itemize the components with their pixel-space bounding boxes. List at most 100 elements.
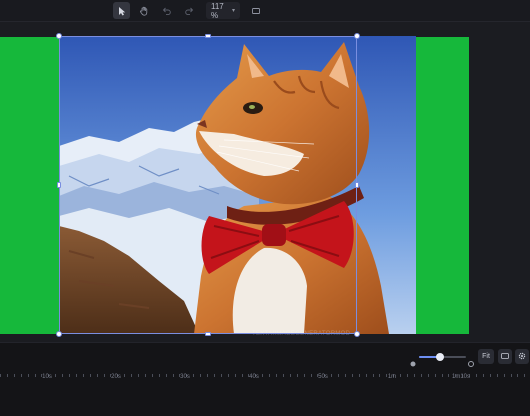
timeline-tick (228, 374, 229, 377)
redo-icon (184, 6, 194, 16)
editor-canvas[interactable]: TEXTAIIMAGEGENERATORMOD (0, 22, 530, 342)
timeline-tick (421, 374, 422, 377)
timeline-tick-label: 50s (318, 374, 328, 380)
resize-handle-top[interactable] (205, 34, 211, 38)
resize-handle-left[interactable] (57, 182, 61, 188)
timeline-tick (373, 374, 374, 377)
timeline-tick (511, 374, 512, 377)
gear-icon (518, 352, 526, 362)
timeline-tick-label: 1m10s (451, 374, 471, 380)
timeline-tick (428, 374, 429, 377)
timeline-tick (359, 374, 360, 377)
timeline-tick (97, 374, 98, 377)
timeline-tick (290, 374, 291, 377)
timeline-tick (200, 374, 201, 377)
timeline-tick (352, 374, 353, 377)
timeline-tick (138, 374, 139, 377)
timeline-tick (173, 374, 174, 377)
timeline-tick (400, 374, 401, 377)
timeline-tick (104, 374, 105, 377)
timeline-tick-label: 1m (387, 374, 397, 380)
timeline-tick (159, 374, 160, 377)
timeline-ruler[interactable]: 10s 20s 30s 40s 50s 1m 1m10s (0, 370, 530, 416)
timeline-tick (311, 374, 312, 377)
chevron-down-icon: ▾ (231, 8, 235, 14)
resize-handle-right[interactable] (355, 182, 359, 188)
captions-icon (501, 352, 509, 361)
timeline-tick-label: 20s (111, 374, 121, 380)
timeline-tick (83, 374, 84, 377)
timeline-tick (193, 374, 194, 377)
image-watermark: TEXTAIIMAGEGENERATORMOD (252, 331, 351, 337)
playback-controls-bar: Fit (0, 342, 530, 370)
captions-button[interactable] (498, 349, 512, 364)
timeline-tick (207, 374, 208, 377)
redo-button[interactable] (180, 2, 197, 19)
timeline-tick (517, 374, 518, 377)
timeline-tick (366, 374, 367, 377)
zoom-level-label: 117 % (211, 1, 224, 20)
fit-screen-icon (251, 6, 261, 16)
timeline-tick (407, 374, 408, 377)
timeline-tick (490, 374, 491, 377)
timeline-tick (152, 374, 153, 377)
undo-button[interactable] (158, 2, 175, 19)
cursor-arrow-icon (117, 6, 127, 16)
hand-icon (139, 6, 149, 16)
resize-handle-top-right[interactable] (354, 33, 360, 39)
timeline-tick (7, 374, 8, 377)
timeline-tick (297, 374, 298, 377)
fit-timeline-button[interactable]: Fit (478, 349, 494, 364)
timeline-tick (55, 374, 56, 377)
timeline-tick (483, 374, 484, 377)
timeline-tick (0, 374, 1, 377)
top-toolbar: 117 % ▾ (0, 0, 530, 22)
resize-handle-bottom-left[interactable] (56, 331, 62, 337)
settings-button[interactable] (515, 349, 529, 364)
timeline-tick (145, 374, 146, 377)
timeline-tick (283, 374, 284, 377)
timeline-tick-label: 40s (249, 374, 259, 380)
fit-timeline-label: Fit (482, 353, 490, 360)
timeline-tick (414, 374, 415, 377)
timeline-tick (448, 374, 449, 377)
timeline-tick (442, 374, 443, 377)
undo-icon (162, 6, 172, 16)
timeline-tick (235, 374, 236, 377)
timeline-tick (221, 374, 222, 377)
timeline-tick (379, 374, 380, 377)
timeline-tick (131, 374, 132, 377)
timeline-tick (76, 374, 77, 377)
timeline-tick (69, 374, 70, 377)
timeline-tick (21, 374, 22, 377)
timeline-tick (28, 374, 29, 377)
timeline-tick (338, 374, 339, 377)
timeline-tick (331, 374, 332, 377)
zoom-level-dropdown[interactable]: 117 % ▾ (206, 1, 240, 20)
select-tool-button[interactable] (113, 2, 130, 19)
resize-handle-bottom-right[interactable] (354, 331, 360, 337)
fit-screen-button[interactable] (247, 2, 264, 19)
timeline-tick (166, 374, 167, 377)
timeline-tick (90, 374, 91, 377)
timeline-zoom-slider[interactable] (410, 352, 474, 367)
resize-handle-top-left[interactable] (56, 33, 62, 39)
timeline-tick (276, 374, 277, 377)
timeline-tick (124, 374, 125, 377)
cat-image-layer[interactable] (59, 36, 416, 334)
timeline-tick (14, 374, 15, 377)
timeline-tick (435, 374, 436, 377)
timeline-tick (35, 374, 36, 377)
resize-handle-bottom[interactable] (205, 332, 211, 336)
hand-tool-button[interactable] (135, 2, 152, 19)
timeline-tick (476, 374, 477, 377)
timeline-tick (345, 374, 346, 377)
timeline-tick (269, 374, 270, 377)
timeline-tick (62, 374, 63, 377)
timeline-tick (504, 374, 505, 377)
timeline-tick (214, 374, 215, 377)
timeline-tick (262, 374, 263, 377)
slider-thumb[interactable] (436, 353, 445, 361)
timeline-tick (497, 374, 498, 377)
timeline-tick (304, 374, 305, 377)
